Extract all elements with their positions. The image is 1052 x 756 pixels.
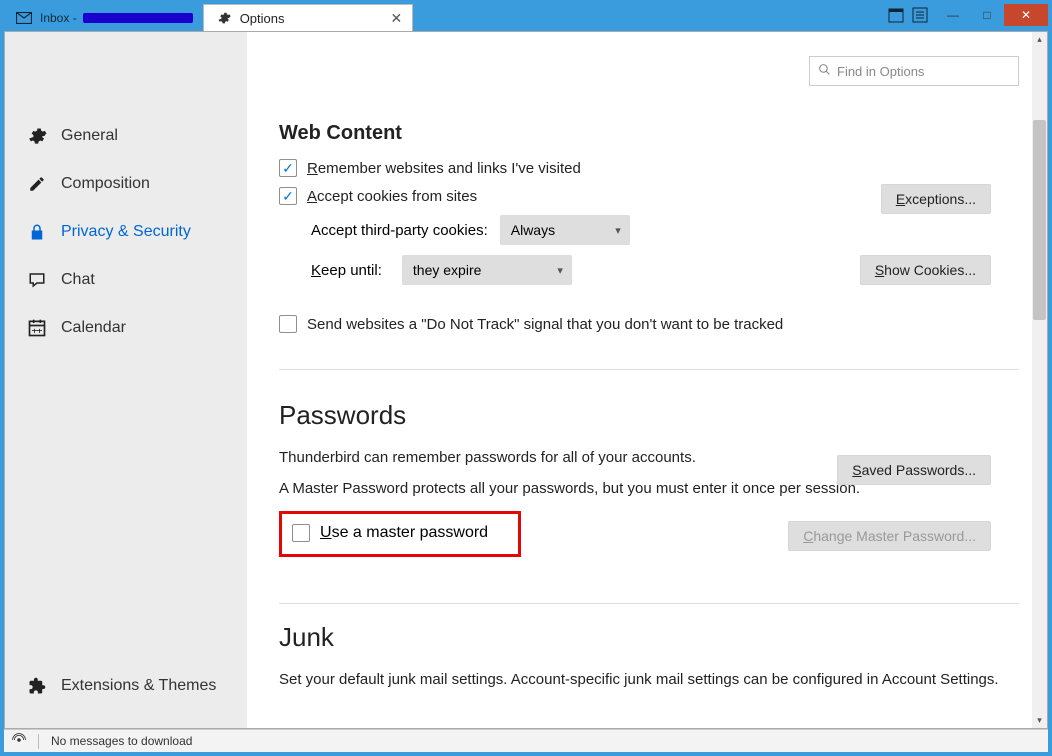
sidebar-item-label: Chat: [61, 271, 95, 289]
section-junk: Junk Set your default junk mail settings…: [279, 622, 1019, 688]
divider: [279, 603, 1019, 604]
select-third-party[interactable]: Always: [500, 215, 630, 245]
tab-inbox[interactable]: Inbox -: [4, 4, 203, 31]
lock-icon: [27, 222, 47, 242]
section-passwords: Passwords Thunderbird can remember passw…: [279, 400, 1019, 557]
separator: [38, 734, 39, 749]
calendar-icon: [27, 318, 47, 338]
exceptions-button[interactable]: Exceptions...: [881, 184, 991, 214]
tab-inbox-label: Inbox -: [40, 11, 77, 25]
tab-inbox-account-redacted: [83, 13, 193, 23]
sidebar-item-label: General: [61, 127, 118, 145]
select-keep-until-value: they expire: [413, 262, 481, 278]
checkbox-dnt[interactable]: [279, 315, 297, 333]
label-keep-until: Keep until:: [311, 262, 382, 279]
sidebar-item-calendar[interactable]: Calendar: [5, 304, 247, 352]
scroll-up-icon[interactable]: ▴: [1032, 32, 1047, 47]
gear-icon: [214, 8, 234, 28]
search-placeholder: Find in Options: [837, 64, 924, 79]
sidebar-extensions[interactable]: Extensions & Themes: [5, 662, 247, 710]
gear-icon: [27, 126, 47, 146]
main-panel: Find in Options Web Content ✓ Remember w…: [247, 32, 1047, 728]
close-button[interactable]: ✕: [1004, 4, 1048, 26]
sidebar-item-label: Privacy & Security: [61, 223, 191, 241]
sidebar-item-label: Extensions & Themes: [61, 677, 216, 695]
label-master-password: Use a master password: [320, 524, 488, 542]
section-title-passwords: Passwords: [279, 400, 1019, 431]
sidebar-item-composition[interactable]: Composition: [5, 160, 247, 208]
select-third-party-value: Always: [511, 222, 555, 238]
checkbox-master-password[interactable]: [292, 524, 310, 542]
tab-close-icon[interactable]: ✕: [391, 10, 403, 27]
label-dnt: Send websites a "Do Not Track" signal th…: [307, 316, 783, 333]
saved-passwords-button[interactable]: Saved Passwords...: [837, 455, 991, 485]
minimize-button[interactable]: —: [936, 4, 970, 26]
search-input[interactable]: Find in Options: [809, 56, 1019, 86]
calendar-today-icon[interactable]: [888, 7, 904, 28]
divider: [279, 369, 1019, 370]
section-title-junk: Junk: [279, 622, 1019, 653]
show-cookies-button[interactable]: Show Cookies...: [860, 255, 991, 285]
puzzle-icon: [27, 676, 47, 696]
sidebar-item-label: Calendar: [61, 319, 126, 337]
sidebar-item-label: Composition: [61, 175, 150, 193]
tab-bar: Inbox - Options ✕ — □ ✕: [4, 4, 1048, 31]
scroll-thumb[interactable]: [1033, 120, 1046, 320]
section-title-web-content: Web Content: [279, 122, 1019, 145]
scrollbar[interactable]: ▴ ▾: [1032, 32, 1047, 728]
app-window: Inbox - Options ✕ — □ ✕: [0, 0, 1052, 756]
checkbox-accept-cookies[interactable]: ✓: [279, 187, 297, 205]
activity-icon: [12, 733, 26, 750]
chat-icon: [27, 270, 47, 290]
maximize-button[interactable]: □: [970, 4, 1004, 26]
titlebar-extra-icons: [888, 7, 928, 28]
content-frame: General Composition Privacy & Security C…: [4, 31, 1048, 729]
change-master-password-button[interactable]: Change Master Password...: [788, 521, 991, 551]
mail-icon: [14, 8, 34, 28]
tab-options-label: Options: [240, 11, 285, 26]
junk-intro: Set your default junk mail settings. Acc…: [279, 671, 1019, 688]
window-controls: — □ ✕: [936, 4, 1048, 26]
select-keep-until[interactable]: they expire: [402, 255, 572, 285]
tab-options[interactable]: Options ✕: [203, 4, 414, 31]
label-third-party: Accept third-party cookies:: [311, 222, 488, 239]
sidebar-item-privacy-security[interactable]: Privacy & Security: [5, 208, 247, 256]
status-bar: No messages to download: [4, 729, 1048, 752]
search-icon: [818, 63, 831, 79]
task-list-icon[interactable]: [912, 7, 928, 28]
sidebar-item-chat[interactable]: Chat: [5, 256, 247, 304]
highlighted-master-password: Use a master password: [279, 511, 521, 557]
section-web-content: Web Content ✓ Remember websites and link…: [279, 122, 1019, 333]
pencil-icon: [27, 174, 47, 194]
sidebar-item-general[interactable]: General: [5, 112, 247, 160]
label-accept-cookies: Accept cookies from sites: [307, 188, 477, 205]
scroll-down-icon[interactable]: ▾: [1032, 713, 1047, 728]
checkbox-remember[interactable]: ✓: [279, 159, 297, 177]
label-remember: Remember websites and links I've visited: [307, 160, 581, 177]
sidebar: General Composition Privacy & Security C…: [5, 32, 247, 728]
status-message: No messages to download: [51, 734, 192, 748]
